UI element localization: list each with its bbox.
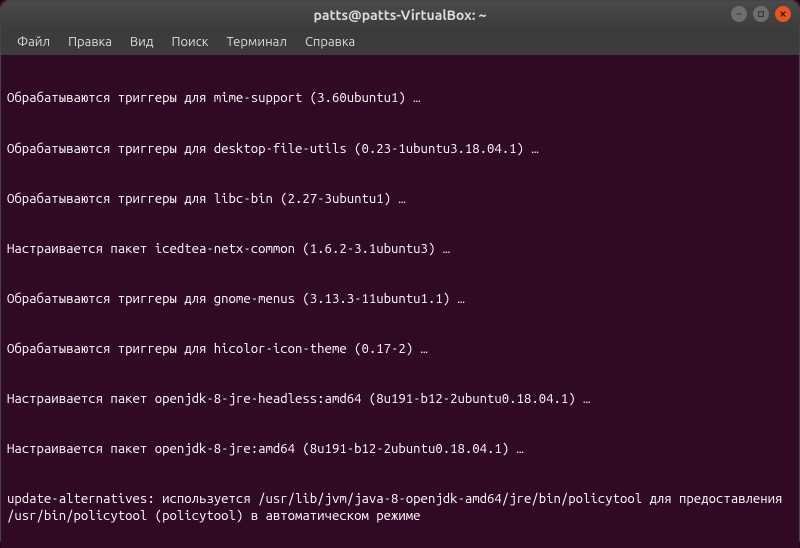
terminal-output[interactable]: Обрабатываются триггеры для mime-support… [1,55,799,548]
terminal-line: Обрабатываются триггеры для gnome-menus … [7,291,793,308]
close-button[interactable] [775,6,791,22]
close-icon [779,10,787,18]
menu-file[interactable]: Файл [9,32,58,52]
menu-search[interactable]: Поиск [163,32,216,52]
terminal-line: Обрабатываются триггеры для libc-bin (2.… [7,191,793,208]
terminal-line: update-alternatives: используется /usr/l… [7,491,793,524]
maximize-icon [757,10,765,18]
menu-help[interactable]: Справка [297,32,363,52]
terminal-line: Настраивается пакет icedtea-netx-common … [7,241,793,258]
menu-view[interactable]: Вид [122,32,162,52]
maximize-button[interactable] [753,6,769,22]
window-controls [731,6,791,22]
menubar: Файл Правка Вид Поиск Терминал Справка [1,29,799,55]
minimize-button[interactable] [731,6,747,22]
titlebar: patts@patts-VirtualBox: ~ [1,1,799,29]
terminal-line: Настраивается пакет openjdk-8-jre:amd64 … [7,441,793,458]
terminal-line: Обрабатываются триггеры для mime-support… [7,90,793,107]
menu-edit[interactable]: Правка [60,32,120,52]
terminal-line: Обрабатываются триггеры для desktop-file… [7,141,793,158]
terminal-line: Обрабатываются триггеры для hicolor-icon… [7,341,793,358]
terminal-line: Настраивается пакет openjdk-8-jre-headle… [7,391,793,408]
minimize-icon [735,10,743,18]
menu-terminal[interactable]: Терминал [218,32,294,52]
window-title: patts@patts-VirtualBox: ~ [314,7,487,23]
